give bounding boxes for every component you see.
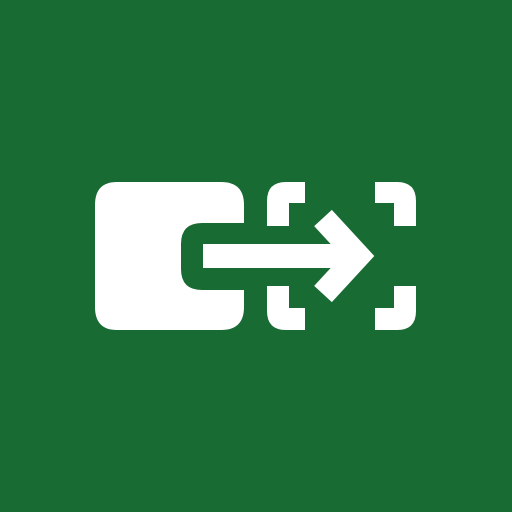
move-to-placeholder-icon (0, 0, 512, 512)
app-icon-tile (0, 0, 512, 512)
arrow-shaft (203, 244, 353, 268)
